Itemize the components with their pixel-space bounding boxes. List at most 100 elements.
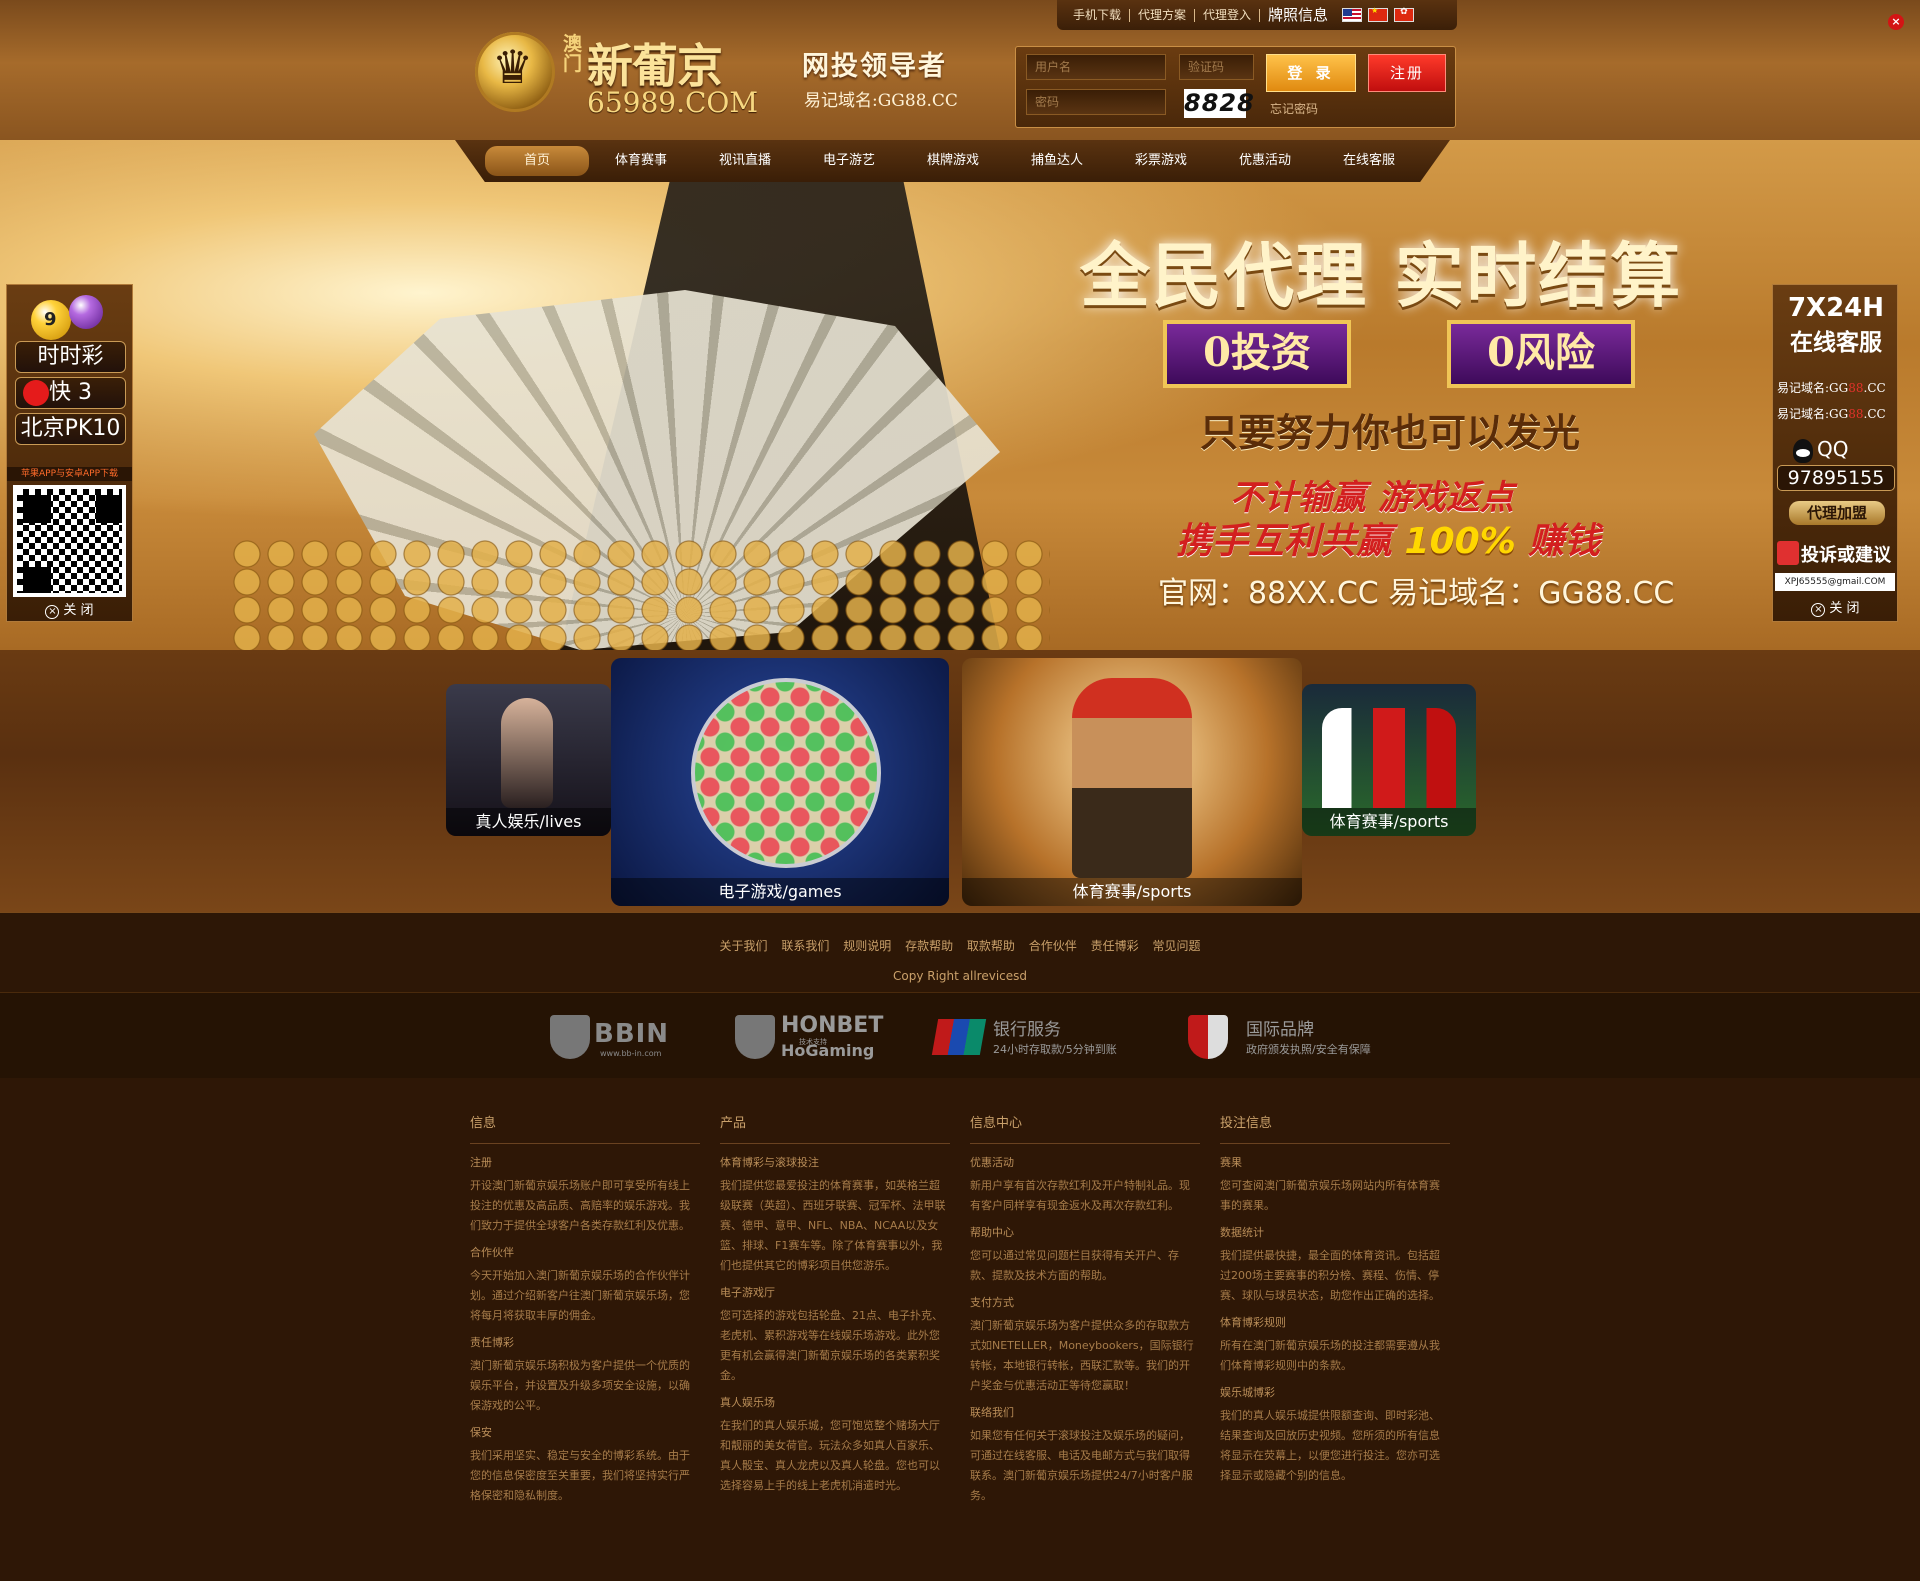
nav-online-support[interactable]: 在线客服 xyxy=(1317,140,1421,182)
nav-live-video[interactable]: 视讯直播 xyxy=(693,140,797,182)
banner-domains: 官网：88XX.CC 易记域名：GG88.CC xyxy=(1158,576,1675,611)
footer-faq[interactable]: 常见问题 xyxy=(1152,939,1200,953)
nav-promotions[interactable]: 优惠活动 xyxy=(1213,140,1317,182)
info-item-title[interactable]: 数据统计 xyxy=(1220,1224,1450,1240)
nav-lottery[interactable]: 彩票游戏 xyxy=(1109,140,1213,182)
agent-join-button[interactable]: 代理加盟 xyxy=(1789,501,1885,525)
page: { "top_links": { "mobile_download": "手机下… xyxy=(0,0,1920,1581)
info-item-text: 在我们的真人娱乐城，您可饱览整个赌场大厅和靓丽的美女荷官。玩法众多如真人百家乐、… xyxy=(720,1419,940,1492)
easy-domain-2-mask: 88 xyxy=(1848,407,1864,421)
cn-flag-icon[interactable] xyxy=(1368,6,1389,22)
info-item-title[interactable]: 体育博彩与滚球投注 xyxy=(720,1154,950,1170)
qq-number[interactable]: 97895155 xyxy=(1777,465,1895,491)
banner-tagline: 只要努力你也可以发光 xyxy=(1200,410,1581,455)
lottery-balls-icon xyxy=(29,295,109,345)
info-item-text: 新用户享有首次存款红利及开户特制礼品。现有客户同样享有现金返水及再次存款红利。 xyxy=(970,1179,1190,1212)
app-download-label[interactable]: 苹果APP与安卓APP下载 xyxy=(7,467,132,481)
k3-dice-icon xyxy=(23,380,49,406)
unionpay-icon xyxy=(931,1019,987,1055)
lottery-k3-link[interactable]: 快 3 xyxy=(15,377,126,409)
top-links-bar: 手机下载 代理方案 代理登入 牌照信息 xyxy=(1057,0,1457,30)
info-item-title[interactable]: 注册 xyxy=(470,1154,700,1170)
footer-contact[interactable]: 联系我们 xyxy=(781,939,829,953)
ball-nine-icon xyxy=(31,300,71,340)
info-item-text: 澳门新葡京娱乐场为客户提供众多的存取款方式如NETELLER，Moneybook… xyxy=(970,1319,1194,1392)
info-item-title[interactable]: 真人娱乐场 xyxy=(720,1394,950,1410)
bbin-shield-icon xyxy=(550,1015,590,1059)
info-item-title[interactable]: 帮助中心 xyxy=(970,1224,1200,1240)
live-dealer-image xyxy=(501,698,553,808)
info-item-title[interactable]: 娱乐城博彩 xyxy=(1220,1384,1450,1400)
login-button[interactable]: 登 录 xyxy=(1266,54,1356,92)
support-title[interactable]: 在线客服 xyxy=(1773,323,1899,357)
info-item-title[interactable]: 责任博彩 xyxy=(470,1334,700,1350)
mobile-download-link[interactable]: 手机下载 xyxy=(1065,8,1131,22)
card-sports-center-label: 体育赛事/sports xyxy=(962,878,1302,906)
hk-flag-icon[interactable] xyxy=(1394,7,1415,22)
info-item-title[interactable]: 联络我们 xyxy=(970,1404,1200,1420)
banner-coins xyxy=(230,540,1050,650)
info-item-text: 今天开始加入澳门新葡京娱乐场的合作伙伴计划。通过介绍新客户往澳门新葡京娱乐场，您… xyxy=(470,1269,690,1322)
footer-responsible[interactable]: 责任博彩 xyxy=(1091,939,1139,953)
app-qr-code xyxy=(13,485,126,597)
partner-intl-name: 国际品牌 xyxy=(1246,1020,1314,1040)
complaint-link[interactable]: 投诉或建议 xyxy=(1801,541,1891,567)
info-item-text: 澳门新葡京娱乐场积极为客户提供一个优质的娱乐平台，并设置及升级多项安全设施，以确… xyxy=(470,1359,690,1412)
close-icon[interactable]: × xyxy=(1888,14,1904,30)
card-live-casino[interactable]: 真人娱乐/lives xyxy=(446,684,611,836)
info-col-title: 产品 xyxy=(720,1112,950,1144)
partner-bbin-url: www.bb-in.com xyxy=(600,1049,662,1058)
banner-line-win-prefix: 携手互利共赢 xyxy=(1176,521,1405,562)
footer-about[interactable]: 关于我们 xyxy=(720,939,768,953)
complaint-email[interactable]: XPJ65555@gmail.COM xyxy=(1775,573,1895,591)
nav-home[interactable]: 首页 xyxy=(485,146,589,176)
footer-withdraw-help[interactable]: 取款帮助 xyxy=(967,939,1015,953)
agent-login-link[interactable]: 代理登入 xyxy=(1195,8,1261,22)
forgot-password-link[interactable]: 忘记密码 xyxy=(1270,100,1318,117)
right-panel-close[interactable]: × 关 闭 xyxy=(1773,599,1898,619)
lottery-pk10-link[interactable]: 北京PK10 xyxy=(15,413,126,445)
info-item-title[interactable]: 合作伙伴 xyxy=(470,1244,700,1260)
info-item-title[interactable]: 电子游戏厅 xyxy=(720,1284,950,1300)
card-live-casino-label: 真人娱乐/lives xyxy=(446,808,611,836)
lottery-k3-label: 快 3 xyxy=(49,380,92,405)
slogan-main: 网投领导者 xyxy=(802,51,947,82)
left-panel-close-label: 关 闭 xyxy=(63,603,94,618)
info-item-title[interactable]: 体育博彩规则 xyxy=(1220,1314,1450,1330)
nav-slots[interactable]: 电子游艺 xyxy=(797,140,901,182)
close-circle-icon: × xyxy=(45,605,60,619)
captcha-image[interactable]: 8828 xyxy=(1184,89,1254,118)
register-button[interactable]: 注册 xyxy=(1368,54,1446,92)
info-item-title[interactable]: 优惠活动 xyxy=(970,1154,1200,1170)
lottery-ssc-link[interactable]: 时时彩 xyxy=(15,341,126,373)
login-form: 用户名 密码 验证码 8828 登 录 注册 忘记密码 xyxy=(1015,46,1456,128)
nav-sports[interactable]: 体育赛事 xyxy=(589,140,693,182)
password-input[interactable]: 密码 xyxy=(1026,89,1166,115)
hero-banner[interactable]: 全民代理 实时结算 0投资 0风险 只要努力你也可以发光 不计输赢 游戏返点 携… xyxy=(0,140,1920,650)
footer-deposit-help[interactable]: 存款帮助 xyxy=(905,939,953,953)
captcha-input[interactable]: 验证码 xyxy=(1179,54,1254,80)
us-flag-icon[interactable] xyxy=(1342,8,1363,22)
info-item-title[interactable]: 支付方式 xyxy=(970,1294,1200,1310)
info-item-text: 我们采用坚实、稳定与安全的博彩系统。由于您的信息保密度至关重要，我们将坚持实行严… xyxy=(470,1449,690,1502)
card-sports[interactable]: 体育赛事/sports xyxy=(1302,684,1476,836)
card-electronic-games[interactable]: 电子游戏/games xyxy=(611,658,949,906)
banner-badge-zero-risk: 0风险 xyxy=(1447,320,1635,388)
nav-fishing[interactable]: 捕鱼达人 xyxy=(1005,140,1109,182)
footer-rules[interactable]: 规则说明 xyxy=(843,939,891,953)
info-item-title[interactable]: 赛果 xyxy=(1220,1154,1450,1170)
right-float-panel: 7X24H 在线客服 易记域名:GG88.CC 易记域名:GG88.CC QQ … xyxy=(1772,284,1898,622)
info-item-title[interactable]: 保安 xyxy=(470,1424,700,1440)
info-item-text: 您可查阅澳门新葡京娱乐场网站内所有体育赛事的赛果。 xyxy=(1220,1179,1440,1212)
left-panel-close[interactable]: × 关 闭 xyxy=(7,601,132,621)
easy-domain-1-mask: 88 xyxy=(1848,381,1864,395)
footer-partners[interactable]: 合作伙伴 xyxy=(1029,939,1077,953)
nav-card-games[interactable]: 棋牌游戏 xyxy=(901,140,1005,182)
site-logo[interactable]: 澳门 新葡京 65989.COM xyxy=(475,28,758,119)
agent-plan-link[interactable]: 代理方案 xyxy=(1130,8,1196,22)
license-info-link[interactable]: 牌照信息 xyxy=(1260,7,1336,22)
username-input[interactable]: 用户名 xyxy=(1026,54,1166,80)
site-header: 手机下载 代理方案 代理登入 牌照信息 × 澳门 新葡京 65989.COM 网… xyxy=(0,0,1920,140)
card-sports-center[interactable]: 体育赛事/sports xyxy=(962,658,1302,906)
partners-bar: BBIN www.bb-in.com HONBET 技术支持 HoGaming … xyxy=(0,992,1920,1078)
